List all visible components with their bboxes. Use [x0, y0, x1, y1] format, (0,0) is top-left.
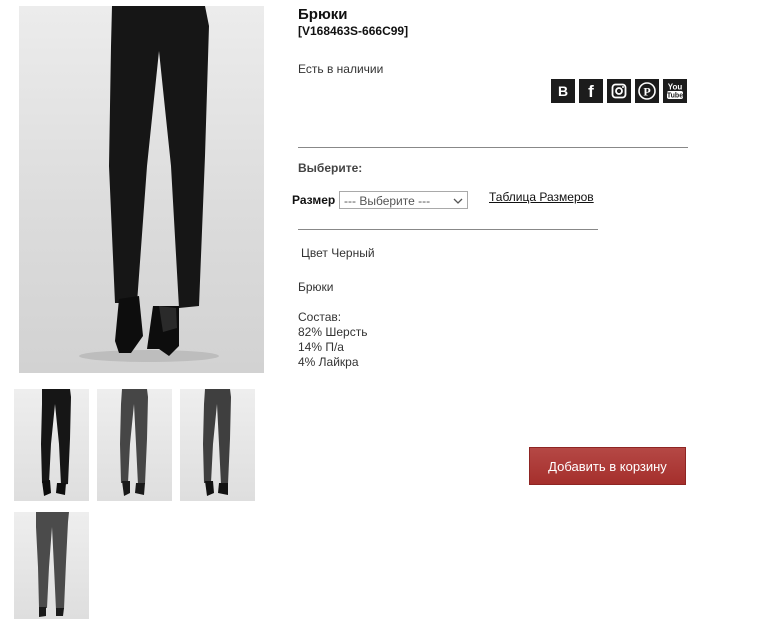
vk-icon[interactable]: В [551, 79, 575, 103]
product-color: Цвет Черный [301, 246, 375, 260]
svg-text:f: f [588, 83, 594, 99]
product-thumbnail[interactable] [14, 512, 89, 619]
product-title: Брюки [298, 6, 348, 23]
size-chart-link[interactable]: Таблица Размеров [489, 190, 594, 204]
svg-text:В: В [558, 84, 568, 98]
product-thumbnail[interactable] [14, 389, 89, 501]
youtube-icon[interactable]: You Tube [663, 79, 687, 103]
svg-text:You: You [668, 83, 683, 92]
product-sku: [V168463S-666C99] [298, 24, 409, 38]
main-product-photo [19, 6, 264, 373]
product-description: Брюки [298, 280, 334, 294]
availability-status: Есть в наличии [298, 62, 384, 76]
product-thumbnail[interactable] [97, 389, 172, 501]
size-select-value: --- Выберите --- [344, 194, 431, 208]
composition-title: Состав: [298, 310, 342, 324]
size-select[interactable]: --- Выберите --- [339, 191, 468, 209]
instagram-icon[interactable] [607, 79, 631, 103]
pinterest-icon[interactable]: P [635, 79, 659, 103]
social-share-bar: В f P You Tube [551, 79, 687, 103]
divider [298, 147, 688, 148]
svg-text:Tube: Tube [667, 93, 683, 100]
options-heading: Выберите: [298, 161, 363, 175]
chevron-down-icon [453, 195, 463, 209]
size-label: Размер [292, 193, 336, 207]
composition-item: 4% Лайкра [298, 355, 359, 369]
divider [298, 229, 598, 230]
composition-item: 82% Шерсть [298, 325, 368, 339]
add-to-cart-button[interactable]: Добавить в корзину [529, 447, 686, 485]
product-thumbnail[interactable] [180, 389, 255, 501]
facebook-icon[interactable]: f [579, 79, 603, 103]
composition-item: 14% П/а [298, 340, 344, 354]
svg-text:P: P [643, 85, 650, 99]
product-composition: Состав: 82% Шерсть 14% П/а 4% Лайкра [298, 310, 367, 370]
